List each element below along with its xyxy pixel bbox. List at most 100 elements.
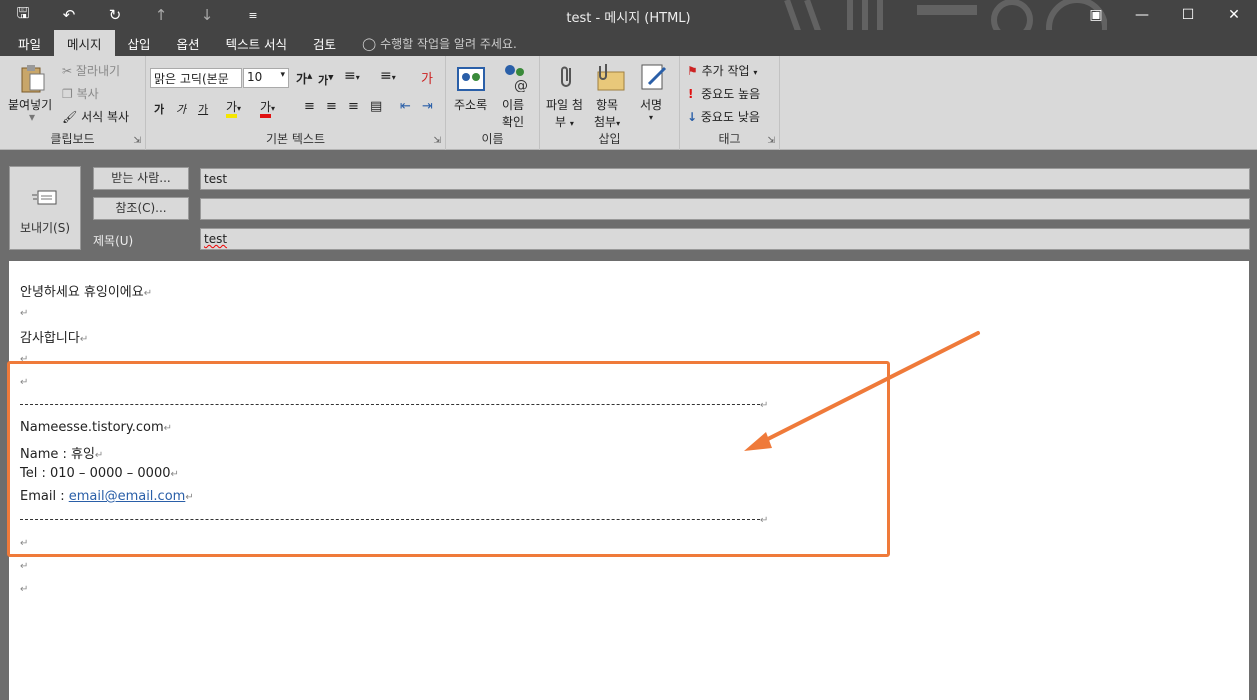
signature-icon [641, 64, 667, 90]
to-button[interactable]: 받는 사람... [93, 167, 189, 190]
tab-file[interactable]: 파일 [0, 30, 54, 56]
tab-review[interactable]: 검토 [300, 30, 349, 56]
to-field[interactable]: test [200, 168, 1250, 190]
ribbon-display-icon[interactable]: ▣ [1073, 0, 1119, 30]
tell-me-text: 수행할 작업을 알려 주세요. [380, 36, 517, 51]
subject-field[interactable]: test [200, 228, 1250, 250]
message-body-editor[interactable]: 안녕하세요 휴잉이에요↵ ↵ 감사합니다↵ ↵ ↵ ↵ Nameesse.tis… [9, 261, 1249, 700]
clipboard-label: 클립보드 [50, 132, 95, 146]
send-label: 보내기(S) [19, 221, 71, 235]
check-names-button[interactable]: 이름 확인 [502, 96, 524, 130]
copy-button[interactable]: ❐ 복사 [62, 85, 99, 102]
increase-indent-icon[interactable]: ⇥ [422, 99, 433, 114]
follow-up-label: 추가 작업 [701, 64, 750, 78]
signature-email-link[interactable]: email@email.com [69, 489, 186, 504]
low-importance-button[interactable]: ↓ 중요도 낮음 [687, 108, 760, 125]
address-book-icon [457, 67, 485, 91]
cc-button[interactable]: 참조(C)... [93, 197, 189, 220]
send-button[interactable]: 보내기(S) [9, 166, 81, 250]
cut-label: 잘라내기 [75, 64, 121, 78]
bold-icon[interactable]: 가 [154, 101, 164, 117]
close-icon[interactable]: ✕ [1211, 0, 1257, 30]
font-family-value: 맑은 고딕(본문 [154, 72, 229, 86]
signature-site-line: Nameesse.tistory.com↵ [20, 420, 173, 435]
signature-name-line: Name : 휴잉↵ [20, 447, 104, 462]
ribbon: 붙여넣기 ▾ ✂ 잘라내기 ❐ 복사 🖌 서식 복사 클립보드 ⇲ 맑은 고딕(… [0, 56, 1257, 150]
subject-label: 제목(U) [93, 234, 134, 248]
highlight-icon[interactable]: 가▾ [226, 98, 241, 118]
underline-icon[interactable]: 가 [198, 101, 208, 117]
shrink-font-icon[interactable]: 가▼ [318, 72, 334, 88]
tell-me-box[interactable]: ◯ 수행할 작업을 알려 주세요. [349, 30, 530, 56]
attach-file-line2: 부 ▾ [555, 115, 574, 129]
tags-group: ⚑ 추가 작업 ▾ ! 중요도 높음 ↓ 중요도 낮음 태그 ⇲ [680, 56, 780, 150]
follow-up-button[interactable]: ⚑ 추가 작업 ▾ [687, 62, 757, 79]
subject-value: test [204, 232, 228, 246]
signature-name: Name : 휴잉 [20, 447, 95, 462]
decrease-indent-icon[interactable]: ⇤ [400, 99, 411, 114]
brush-icon: 🖌 [62, 110, 78, 124]
basic-text-launcher-icon[interactable]: ⇲ [433, 136, 441, 146]
align-center-icon[interactable]: ≡ [326, 99, 337, 114]
body-empty-line: ↵ [20, 538, 29, 549]
tab-insert[interactable]: 삽입 [115, 30, 164, 56]
align-left-icon[interactable]: ≡ [304, 99, 315, 114]
names-label: 이름 [481, 132, 504, 146]
body-empty-line: ↵ [20, 354, 29, 365]
tab-message[interactable]: 메시지 [54, 30, 115, 56]
menu-tabs: 파일 메시지 삽입 옵션 텍스트 서식 검토 ◯ 수행할 작업을 알려 주세요. [0, 30, 1257, 56]
paste-dropdown-icon[interactable]: ▾ [29, 110, 35, 124]
high-importance-button[interactable]: ! 중요도 높음 [688, 85, 760, 102]
font-color-icon[interactable]: 가▾ [260, 98, 275, 118]
attach-file-button[interactable]: 파일 첨부 ▾ [546, 96, 583, 130]
italic-icon[interactable]: 가 [176, 101, 186, 117]
envelope-icon [32, 190, 57, 205]
cut-button[interactable]: ✂ 잘라내기 [62, 62, 120, 79]
bullets-icon[interactable]: ≡▾ [344, 68, 360, 84]
svg-text:@: @ [514, 78, 528, 92]
minimize-icon[interactable]: — [1119, 0, 1165, 30]
body-empty-line: ↵ [20, 308, 29, 319]
body-greeting-line: 안녕하세요 휴잉이에요↵ [20, 281, 152, 300]
tab-format-text[interactable]: 텍스트 서식 [213, 30, 300, 56]
format-painter-label: 서식 복사 [81, 110, 130, 124]
attach-item-button[interactable]: 항목 첨부▾ [594, 96, 620, 130]
font-size-select[interactable]: 10 ▾ [243, 68, 289, 88]
justify-icon[interactable]: ▤ [370, 99, 382, 114]
cc-field[interactable] [200, 198, 1250, 220]
compose-header: 보내기(S) 받는 사람... test 참조(C)... 제목(U) test [0, 150, 1257, 258]
body-thanks: 감사합니다 [20, 331, 80, 346]
tags-launcher-icon[interactable]: ⇲ [767, 136, 775, 146]
format-painter-button[interactable]: 🖌 서식 복사 [62, 108, 129, 125]
signature-divider-bottom: ↵ [20, 512, 768, 527]
check-names-line1: 이름 [502, 98, 525, 112]
signature-button[interactable]: 서명 ▾ [640, 96, 662, 122]
exclamation-icon: ! [688, 87, 694, 101]
signature-site: Nameesse.tistory.com [20, 420, 164, 435]
clear-format-icon[interactable]: 가 [421, 68, 433, 87]
clipboard-group: 붙여넣기 ▾ ✂ 잘라내기 ❐ 복사 🖌 서식 복사 클립보드 ⇲ [0, 56, 146, 150]
body-empty-line: ↵ [20, 561, 29, 572]
high-importance-label: 중요도 높음 [701, 87, 761, 101]
para-mark: ↵ [143, 288, 153, 299]
align-right-icon[interactable]: ≡ [348, 99, 359, 114]
body-greeting: 안녕하세요 휴잉이에요 [20, 285, 144, 300]
signature-tel-line: Tel : 010 – 0000 – 0000↵ [20, 466, 179, 481]
attach-file-line1: 파일 첨 [546, 98, 583, 112]
insert-group: 파일 첨부 ▾ 항목 첨부▾ 서명 ▾ 삽입 [540, 56, 680, 150]
lightbulb-icon: ◯ [362, 35, 377, 51]
basic-text-group: 맑은 고딕(본문 10 ▾ 가▲ 가▼ ≡▾ ≡▾ 가 가 가 가 가▾ 가▾ ≡… [146, 56, 446, 150]
low-importance-label: 중요도 낮음 [700, 110, 760, 124]
tab-options[interactable]: 옵션 [164, 30, 213, 56]
clipboard-launcher-icon[interactable]: ⇲ [133, 136, 141, 146]
names-group: 주소록 @ 이름 확인 이름 [446, 56, 540, 150]
font-family-select[interactable]: 맑은 고딕(본문 [150, 68, 242, 88]
down-arrow-icon: ↓ [687, 110, 698, 124]
numbering-icon[interactable]: ≡▾ [380, 68, 396, 84]
attach-item-line1: 항목 [596, 98, 619, 112]
address-book-button[interactable]: 주소록 [454, 96, 487, 113]
grow-font-icon[interactable]: 가▲ [296, 70, 312, 87]
scissors-icon: ✂ [62, 64, 73, 78]
body-thanks-line: 감사합니다↵ [20, 331, 89, 346]
maximize-icon[interactable]: ☐ [1165, 0, 1211, 30]
